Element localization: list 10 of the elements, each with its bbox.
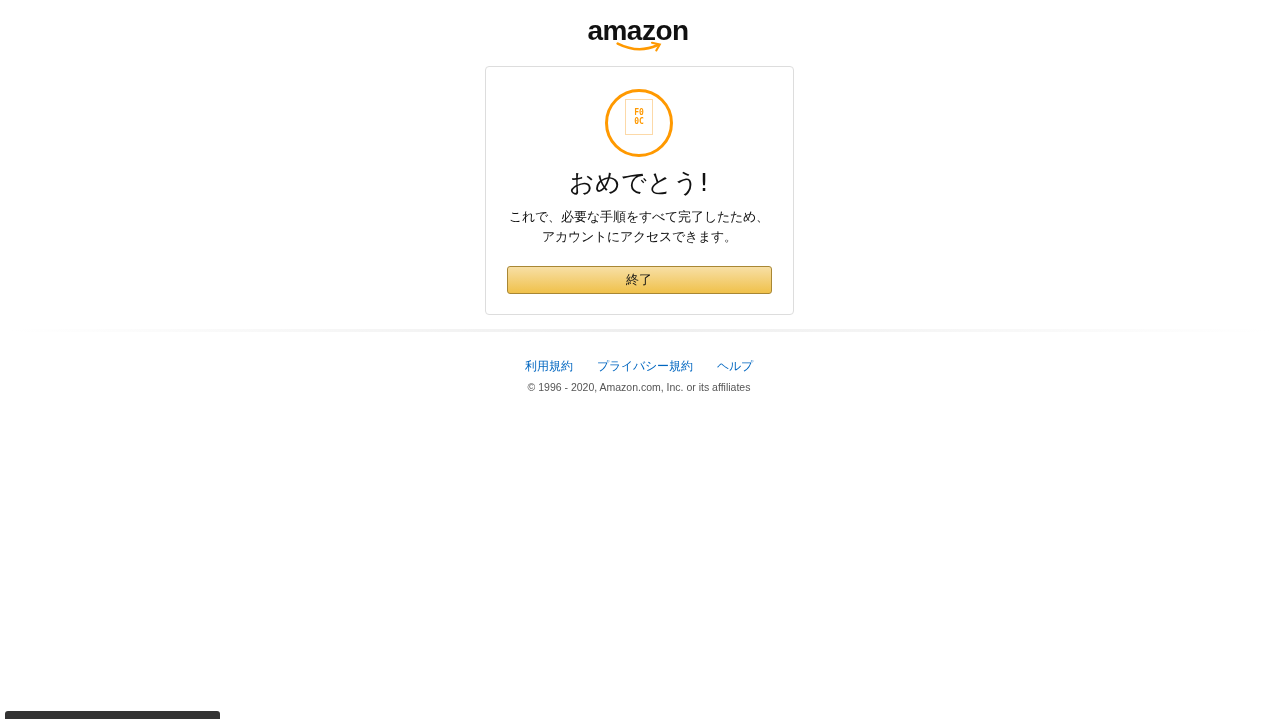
finish-button[interactable]: 終了 bbox=[506, 266, 772, 294]
copyright-text: © 1996 - 2020, Amazon.com, Inc. or its affiliates bbox=[527, 381, 751, 393]
glyph-code: 0C bbox=[634, 117, 644, 126]
footer-link[interactable]: プライバシー規約 bbox=[597, 359, 693, 373]
footer-link[interactable]: ヘルプ bbox=[717, 359, 753, 373]
success-message: これで、必要な手順をすべて完了したため、 アカウントにアクセスできます。 bbox=[509, 208, 769, 246]
footer-link[interactable]: 利用規約 bbox=[525, 359, 573, 373]
glyph-code: F0 bbox=[634, 108, 644, 117]
amazon-logo: amazon bbox=[590, 16, 686, 56]
success-title: おめでとう! bbox=[569, 167, 709, 199]
